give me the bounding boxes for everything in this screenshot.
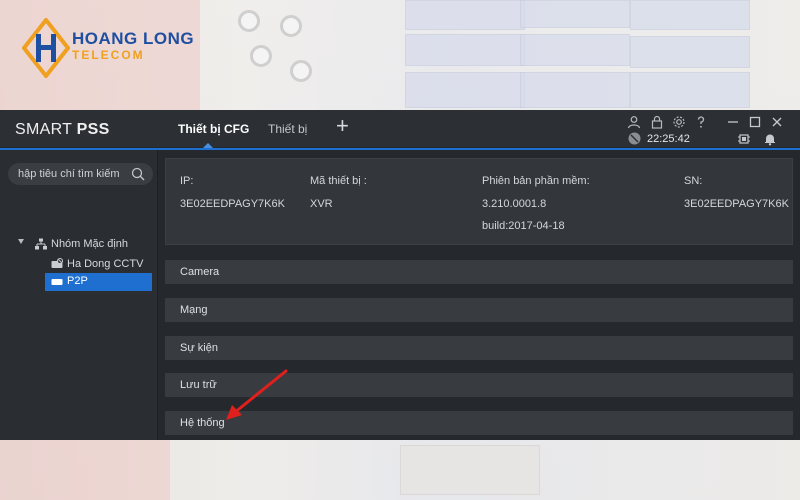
model-value: XVR xyxy=(310,198,333,210)
tree-item-ha-dong-cctv[interactable]: Ha Dong CCTV xyxy=(51,255,156,273)
background-box xyxy=(630,0,750,30)
device-icon xyxy=(51,279,63,285)
background-shelf xyxy=(0,440,170,500)
section-event[interactable]: Sự kiện xyxy=(165,336,793,360)
background-camera xyxy=(250,45,272,67)
company-logo: HOANG LONG TELECOM xyxy=(22,18,197,82)
section-camera[interactable]: Camera xyxy=(165,260,793,284)
tree-item-p2p[interactable]: P2P xyxy=(45,273,152,291)
tab-devices[interactable]: Thiết bị xyxy=(268,122,307,136)
cpu-icon[interactable] xyxy=(737,132,751,146)
background-box xyxy=(520,0,630,28)
background-camera xyxy=(238,10,260,32)
logo-mark-icon xyxy=(22,18,70,78)
sn-value: 3E02EEDPAGY7K6K xyxy=(684,198,789,210)
minimize-icon[interactable] xyxy=(726,115,740,129)
background-box xyxy=(405,0,525,30)
background-box xyxy=(520,34,630,66)
tree-expand-arrow-icon[interactable] xyxy=(18,239,24,244)
section-label: Lưu trữ xyxy=(180,379,217,391)
search-box xyxy=(8,163,153,185)
app-brand: SMART PSS xyxy=(15,121,110,139)
device-info-panel: IP: 3E02EEDPAGY7K6K Mã thiết bị : XVR Ph… xyxy=(165,158,793,245)
version-value: 3.210.0001.8 xyxy=(482,198,547,210)
close-icon[interactable] xyxy=(770,115,784,129)
section-label: Camera xyxy=(180,266,220,278)
annotation-arrow-icon xyxy=(226,369,288,420)
smartpss-window: SMART PSS Thiết bị CFG Thiết bị + 22:25:… xyxy=(0,110,800,440)
background-box xyxy=(630,36,750,68)
title-bar: SMART PSS Thiết bị CFG Thiết bị + 22:25:… xyxy=(0,110,800,148)
tree-item-label: Ha Dong CCTV xyxy=(67,258,144,270)
help-icon[interactable] xyxy=(694,115,708,129)
clock-time: 22:25:42 xyxy=(647,133,690,145)
section-label: Mạng xyxy=(180,304,208,316)
bell-icon[interactable] xyxy=(763,132,777,146)
clock-status-icon xyxy=(628,132,641,145)
section-network[interactable]: Mạng xyxy=(165,298,793,322)
model-label: Mã thiết bị : xyxy=(310,175,367,187)
device-tree-sidebar: Nhóm Mặc định Ha Dong CCTV P2P xyxy=(0,150,158,440)
background-box xyxy=(405,34,525,66)
add-tab-button[interactable]: + xyxy=(336,115,349,137)
brand-prefix: SMART xyxy=(15,121,77,138)
lock-icon[interactable] xyxy=(650,115,664,129)
user-icon[interactable] xyxy=(627,115,641,129)
group-icon xyxy=(35,238,47,250)
background-camera xyxy=(290,60,312,82)
section-label: Hệ thống xyxy=(180,417,225,429)
tree-item-label: P2P xyxy=(67,275,88,287)
version-build: build:2017-04-18 xyxy=(482,220,565,232)
tree-group-label: Nhóm Mặc định xyxy=(51,238,129,250)
background-box xyxy=(630,72,750,108)
gear-icon[interactable] xyxy=(672,115,686,129)
brand-bold: PSS xyxy=(76,121,110,138)
section-label: Sự kiện xyxy=(180,342,218,354)
background-box xyxy=(520,72,630,108)
search-input[interactable] xyxy=(18,166,126,182)
background-box xyxy=(400,445,540,495)
background-box xyxy=(405,72,525,108)
device-offline-icon xyxy=(51,258,63,268)
search-icon[interactable] xyxy=(131,167,145,181)
background-camera xyxy=(280,15,302,37)
logo-subtitle: TELECOM xyxy=(72,48,145,62)
maximize-icon[interactable] xyxy=(748,115,762,129)
logo-name: HOANG LONG xyxy=(72,29,195,48)
version-label: Phiên bản phần mềm: xyxy=(482,175,590,187)
ip-label: IP: xyxy=(180,175,194,187)
sn-label: SN: xyxy=(684,175,703,187)
ip-value: 3E02EEDPAGY7K6K xyxy=(180,198,285,210)
tab-device-cfg[interactable]: Thiết bị CFG xyxy=(178,122,249,136)
